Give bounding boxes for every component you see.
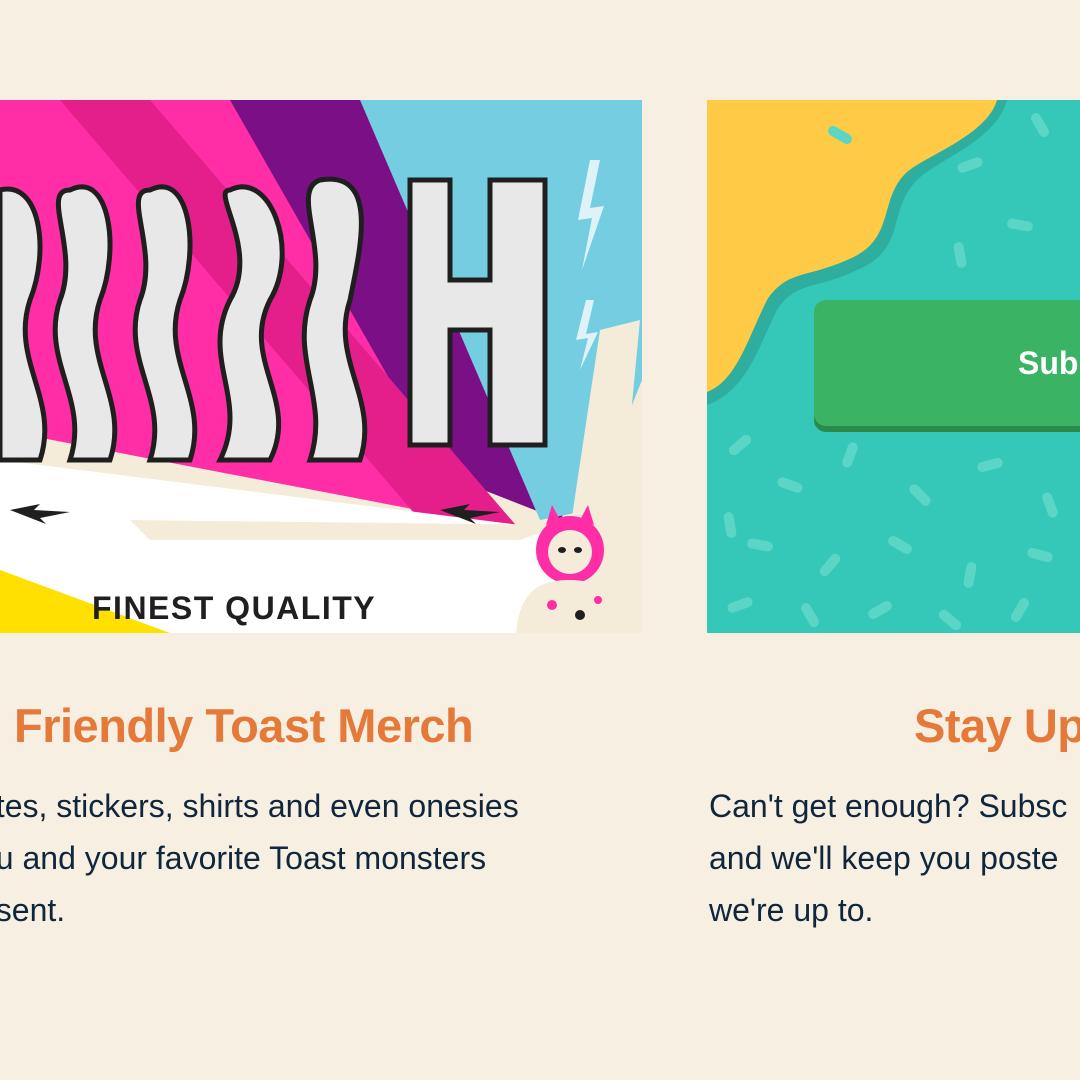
merch-banner-image[interactable]: FINEST QUALITY bbox=[0, 100, 642, 633]
subscribe-desc-line: and we'll keep you poste bbox=[709, 840, 1059, 876]
merch-desc-line: ou and your favorite Toast monsters bbox=[0, 840, 487, 876]
subscribe-button[interactable]: Sub bbox=[814, 300, 1080, 426]
merch-illustration bbox=[0, 100, 642, 633]
merch-image-caption: FINEST QUALITY bbox=[92, 590, 377, 626]
subscribe-banner-image: Sub bbox=[707, 100, 1080, 633]
subscribe-desc-line: we're up to. bbox=[709, 892, 874, 928]
subscribe-desc-line: Can't get enough? Subsc bbox=[709, 788, 1068, 824]
merch-desc-line: esent. bbox=[0, 892, 66, 928]
subscribe-card-description: Can't get enough? Subsc and we'll keep y… bbox=[709, 780, 1080, 936]
subscribe-card-title[interactable]: Stay Up bbox=[914, 696, 1080, 756]
merch-desc-line: otes, stickers, shirts and even onesies bbox=[0, 788, 519, 824]
merch-card-title[interactable]: Friendly Toast Merch bbox=[14, 696, 474, 756]
merch-card-description: otes, stickers, shirts and even onesies … bbox=[0, 780, 642, 936]
